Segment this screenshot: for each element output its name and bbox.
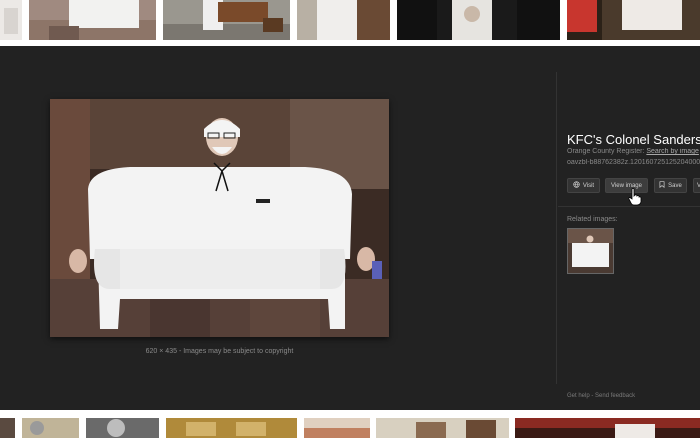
result-thumbnail[interactable] <box>297 0 390 40</box>
image-id: oavzbl-b88762382z.120160725125204000 <box>567 159 700 166</box>
save-label: Save <box>668 182 682 189</box>
get-help-link[interactable]: Get help <box>567 393 590 399</box>
footer-separator: - <box>591 393 594 399</box>
result-thumbnail[interactable] <box>29 0 156 40</box>
image-source: Orange County Register: Search by image <box>567 148 700 155</box>
image-dimensions: 620 × 435 <box>145 348 177 355</box>
result-thumbnail[interactable] <box>304 418 370 438</box>
visit-button[interactable]: Visit <box>567 178 600 193</box>
result-thumbnail[interactable] <box>22 418 79 438</box>
save-button[interactable]: Save <box>654 178 687 193</box>
result-thumbnail[interactable] <box>163 0 290 40</box>
top-thumbnail-strip <box>0 0 700 46</box>
related-images-label: Related images: <box>567 216 618 223</box>
globe-icon <box>573 181 580 190</box>
hand-cursor-icon <box>628 188 642 206</box>
visit-label: Visit <box>582 182 595 189</box>
result-thumbnail[interactable] <box>515 418 700 438</box>
caption-separator: - <box>178 348 182 355</box>
result-thumbnail[interactable] <box>0 418 15 438</box>
copyright-notice: Images may be subject to copyright <box>183 348 294 355</box>
section-separator <box>558 206 700 207</box>
main-image[interactable] <box>50 99 389 337</box>
panel-footer: Get help - Send feedback <box>567 393 635 399</box>
panel-divider <box>556 72 557 384</box>
image-title[interactable]: KFC's Colonel Sanders h <box>567 132 700 147</box>
result-thumbnail[interactable] <box>86 418 159 438</box>
bookmark-icon <box>659 181 665 190</box>
result-thumbnail[interactable] <box>0 0 22 40</box>
image-caption: 620 × 435 - Images may be subject to cop… <box>50 348 389 355</box>
related-image-thumbnail[interactable] <box>567 228 614 274</box>
view-more-button[interactable]: V <box>693 178 700 193</box>
result-thumbnail[interactable] <box>376 418 509 438</box>
source-name: Orange County Register: <box>567 148 647 155</box>
result-thumbnail[interactable] <box>567 0 700 40</box>
result-thumbnail[interactable] <box>166 418 297 438</box>
search-by-image-link[interactable]: Search by image <box>646 148 699 155</box>
send-feedback-link[interactable]: Send feedback <box>595 393 635 399</box>
result-thumbnail[interactable] <box>397 0 560 40</box>
